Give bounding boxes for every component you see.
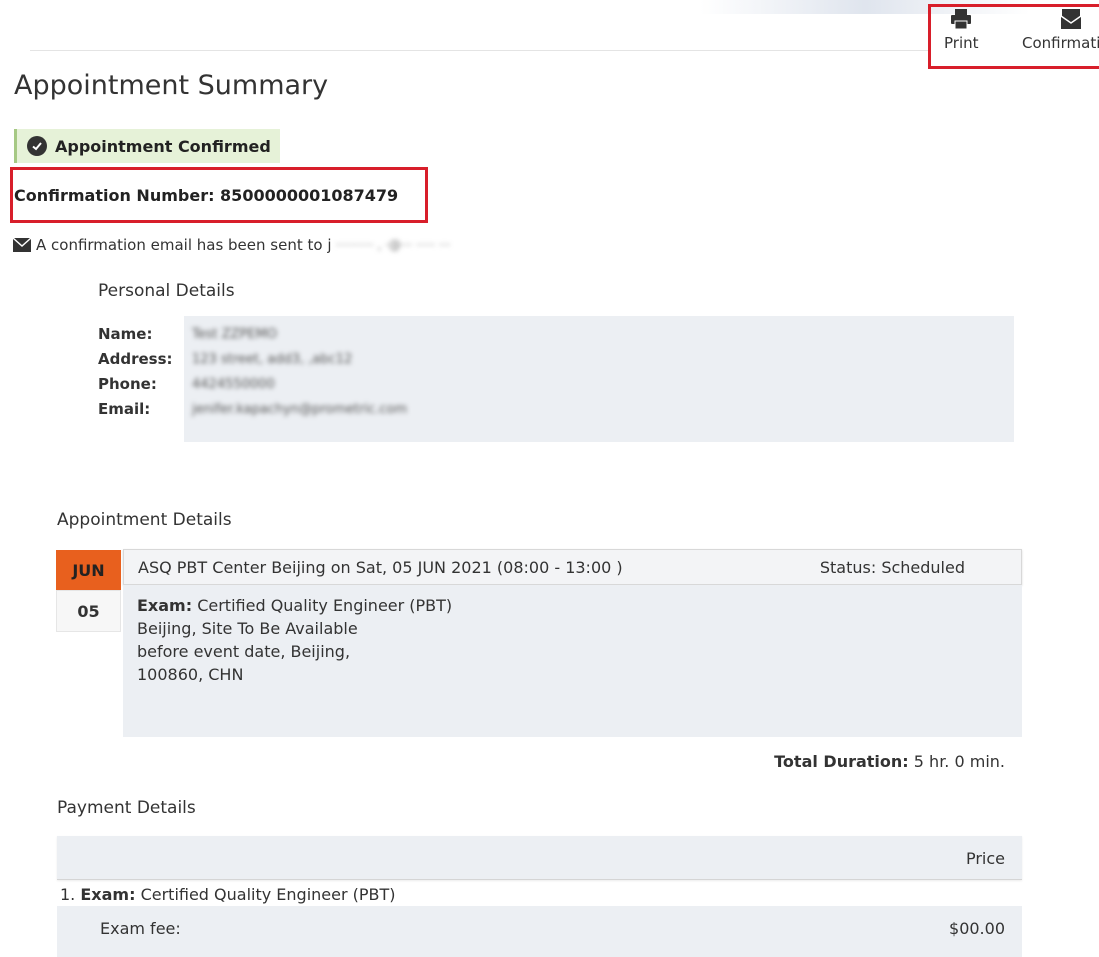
appointment-exam-name: Certified Quality Engineer (PBT) [192, 596, 453, 615]
payment-exam-label: Exam: [80, 885, 136, 904]
exam-fee-amount: $00.00 [949, 919, 1005, 938]
print-label: Print [944, 34, 979, 52]
payment-table-header [57, 836, 1022, 880]
duration-label: Total Duration: [774, 752, 909, 771]
personal-details: Name: Address: Phone: Email: Test ZZPEMO… [98, 316, 1016, 442]
appointment-exam-label: Exam: [137, 596, 193, 615]
appointment-body: Exam: Certified Quality Engineer (PBT) B… [123, 585, 1022, 737]
personal-values: Test ZZPEMO 123 street, add3, ,abc12 442… [184, 316, 1014, 442]
check-circle-icon [27, 136, 47, 156]
email-notice: A confirmation email has been sent to j … [12, 236, 450, 254]
payment-fee-row [57, 906, 1022, 957]
header-divider [30, 50, 930, 51]
page-title: Appointment Summary [14, 70, 329, 101]
email-label: Email: [98, 400, 151, 418]
date-month: JUN [56, 550, 121, 590]
confirmation-button[interactable]: Confirmation [1022, 8, 1099, 52]
phone-label: Phone: [98, 375, 157, 393]
total-duration: Total Duration: 5 hr. 0 min. [774, 752, 1005, 771]
email-notice-redacted: ·········· , ·@··· ····· ··· [335, 238, 451, 252]
exam-fee-label: Exam fee: [100, 919, 181, 938]
appointment-status: Status: Scheduled [819, 557, 965, 577]
status-badge: Appointment Confirmed [14, 129, 280, 163]
personal-details-heading: Personal Details [98, 281, 235, 301]
print-button[interactable]: Print [944, 8, 979, 52]
appointment-details-heading: Appointment Details [57, 510, 232, 530]
date-badge: JUN 05 [56, 550, 121, 632]
personal-labels: Name: Address: Phone: Email: [98, 322, 173, 422]
payment-details-heading: Payment Details [57, 798, 196, 818]
payment-item: 1. Exam: Certified Quality Engineer (PBT… [60, 885, 396, 904]
address-value: 123 street, add3, ,abc12 [192, 352, 353, 367]
status-label: Appointment Confirmed [55, 136, 271, 156]
date-day: 05 [56, 590, 121, 632]
name-label: Name: [98, 325, 153, 343]
appointment-address-line: before event date, Beijing, [137, 642, 351, 661]
email-notice-text: A confirmation email has been sent to j [36, 236, 332, 254]
email-value: jenifer.kapachyn@prometric.com [192, 402, 408, 417]
phone-value: 4424550000 [192, 377, 275, 392]
confirmation-number: Confirmation Number: 8500000001087479 [14, 186, 399, 205]
name-value: Test ZZPEMO [192, 327, 278, 342]
payment-item-number: 1. [60, 885, 76, 904]
appointment-header: ASQ PBT Center Beijing on Sat, 05 JUN 20… [123, 549, 1022, 585]
price-column-header: Price [965, 849, 1005, 868]
appointment-address-line: 100860, CHN [137, 665, 244, 684]
envelope-icon [12, 237, 32, 252]
duration-value: 5 hr. 0 min. [908, 752, 1005, 771]
confirmation-label: Confirmation [1022, 34, 1099, 52]
envelope-icon [1060, 9, 1081, 29]
appointment-summary: ASQ PBT Center Beijing on Sat, 05 JUN 20… [138, 557, 623, 577]
appointment-address-line: Beijing, Site To Be Available [137, 619, 358, 638]
printer-icon [951, 9, 972, 30]
address-label: Address: [98, 350, 173, 368]
appointment-exam: Exam: Certified Quality Engineer (PBT) [137, 594, 1022, 617]
payment-exam-name: Certified Quality Engineer (PBT) [135, 885, 396, 904]
